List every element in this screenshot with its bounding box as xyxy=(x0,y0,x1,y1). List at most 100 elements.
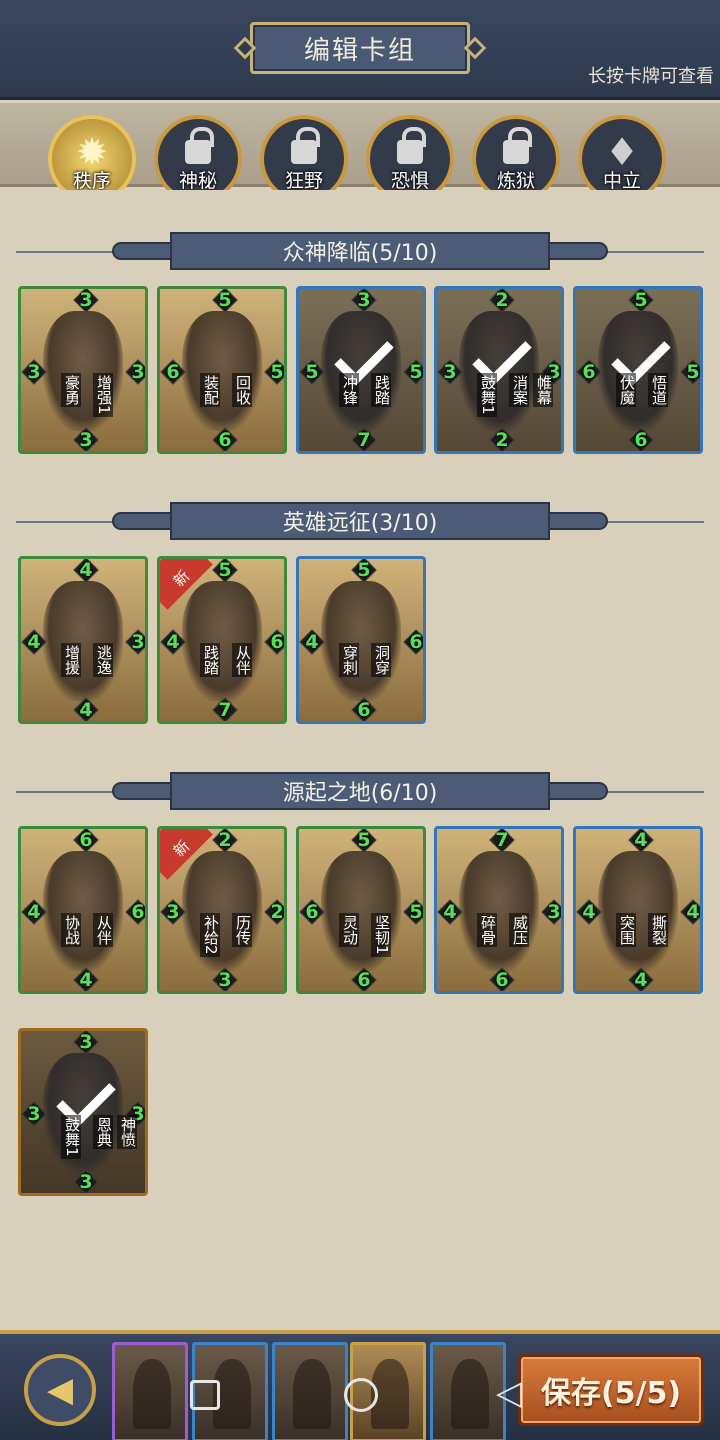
stat-bottom: 6 xyxy=(351,697,377,721)
stat-top: 4 xyxy=(628,829,654,853)
card[interactable]: 2 3 2 3 补给2 历传新 xyxy=(157,826,287,994)
stat-top: 6 xyxy=(73,829,99,853)
card[interactable]: 4 4 4 4 突围 撕裂 xyxy=(573,826,703,994)
skill-label: 洞穿 xyxy=(371,643,391,677)
stat-right: 6 xyxy=(264,629,284,655)
card[interactable]: 5 4 6 7 践踏 从伴新 xyxy=(157,556,287,724)
card-portrait xyxy=(133,1359,171,1429)
skill-label: 突围 xyxy=(616,913,636,947)
card-art xyxy=(182,311,262,431)
card[interactable]: 3 5 5 7 冲锋 践踏 xyxy=(296,286,426,454)
skill-label: 装配 xyxy=(200,373,220,407)
card[interactable]: 5 4 6 6 穿刺 洞穿 xyxy=(296,556,426,724)
save-button[interactable]: 保存(5/5) xyxy=(518,1354,704,1426)
deck-slot[interactable] xyxy=(272,1342,348,1440)
title-right-ornament xyxy=(463,36,487,60)
banner-tip-right xyxy=(548,512,608,530)
skill-label: 穿刺 xyxy=(339,643,359,677)
stat-right: 3 xyxy=(125,359,145,385)
stat-bottom: 6 xyxy=(489,967,515,991)
nav-back-icon[interactable]: ◁ xyxy=(496,1376,522,1410)
card[interactable]: 5 6 5 6 灵动 坚韧1 xyxy=(296,826,426,994)
faction-label: 中立 xyxy=(602,170,641,192)
skill-label: 灵动 xyxy=(339,913,359,947)
nav-home-icon[interactable] xyxy=(344,1378,378,1412)
lock-icon xyxy=(397,127,426,164)
lock-icon xyxy=(185,127,214,164)
card[interactable]: 5 6 5 6 伏魔 悟道 xyxy=(573,286,703,454)
faction-label: 狂野 xyxy=(284,170,323,192)
section-header: 源起之地(6/10) xyxy=(0,770,720,814)
card-art xyxy=(43,851,123,971)
skill-label: 威压 xyxy=(509,913,529,947)
skill-label: 帷幕 xyxy=(533,373,553,407)
stat-top: 5 xyxy=(212,559,238,583)
card[interactable]: 7 4 3 6 碎骨 威压 xyxy=(434,826,564,994)
skill-label: 碎骨 xyxy=(477,913,497,947)
skill-label: 增强1 xyxy=(93,373,113,417)
skill-label: 从伴 xyxy=(93,913,113,947)
back-button[interactable]: ◀ xyxy=(24,1354,96,1426)
stat-right: 5 xyxy=(680,359,700,385)
back-arrow-icon: ◀ xyxy=(46,1370,74,1410)
card-art xyxy=(182,851,262,971)
stat-bottom: 2 xyxy=(489,427,515,451)
stat-bottom: 7 xyxy=(212,697,238,721)
stat-top: 3 xyxy=(351,289,377,313)
stat-left: 4 xyxy=(160,629,186,655)
stat-right: 6 xyxy=(403,629,423,655)
card[interactable]: 2 3 3 2 鼓舞1 消案 帷幕 xyxy=(434,286,564,454)
card[interactable]: 4 4 3 4 增援 逃逸 xyxy=(18,556,148,724)
skill-label: 神愤 xyxy=(117,1115,137,1149)
card[interactable]: 6 4 6 4 协战 从伴 xyxy=(18,826,148,994)
section-title: 英雄远征(3/10) xyxy=(170,502,550,540)
skill-label: 回收 xyxy=(232,373,252,407)
card-art xyxy=(321,581,401,701)
stat-bottom: 3 xyxy=(73,427,99,451)
skill-label: 伏魔 xyxy=(616,373,636,407)
stat-right: 4 xyxy=(680,899,700,925)
faction-label: 秩序 xyxy=(72,170,111,192)
banner-tip-left xyxy=(112,782,172,800)
stat-bottom: 3 xyxy=(212,967,238,991)
skill-label: 消案 xyxy=(509,373,529,407)
skill-label: 补给2 xyxy=(200,913,220,957)
skill-label: 鼓舞1 xyxy=(477,373,497,417)
card-art xyxy=(182,581,262,701)
stat-bottom: 4 xyxy=(73,967,99,991)
stat-left: 3 xyxy=(437,359,463,385)
skill-label: 践踏 xyxy=(371,373,391,407)
stat-top: 5 xyxy=(351,559,377,583)
card-portrait xyxy=(293,1359,331,1429)
deck-slot[interactable] xyxy=(430,1342,506,1440)
stat-bottom: 4 xyxy=(628,967,654,991)
card[interactable]: 5 6 5 6 装配 回收 xyxy=(157,286,287,454)
card[interactable]: 3 3 3 3 鼓舞1 恩典 神愤 xyxy=(18,1028,148,1196)
section-title: 源起之地(6/10) xyxy=(170,772,550,810)
top-header: 编辑卡组 长按卡牌可查看 xyxy=(0,0,720,100)
stat-bottom: 7 xyxy=(351,427,377,451)
card-collection: 众神降临(5/10) 3 3 3 3 豪勇 增强1 5 6 5 6 装配 回收 3 5 5 7 冲锋 践踏 2 3 3 2… xyxy=(0,190,720,1330)
skill-label: 协战 xyxy=(61,913,81,947)
stat-right: 2 xyxy=(264,899,284,925)
stat-top: 2 xyxy=(212,829,238,853)
stat-top: 5 xyxy=(351,829,377,853)
skill-label: 从伴 xyxy=(232,643,252,677)
stat-bottom: 3 xyxy=(73,1169,99,1193)
stat-top: 3 xyxy=(73,1031,99,1055)
banner-tip-left xyxy=(112,512,172,530)
deck-slot[interactable] xyxy=(112,1342,188,1440)
card[interactable]: 3 3 3 3 豪勇 增强1 xyxy=(18,286,148,454)
page-title-plate: 编辑卡组 xyxy=(233,22,487,74)
stat-top: 7 xyxy=(489,829,515,853)
nav-recents-icon[interactable] xyxy=(190,1380,220,1410)
stat-left: 4 xyxy=(21,899,47,925)
banner-tip-right xyxy=(548,782,608,800)
faction-filter-bar: ✹ 秩序 神秘 狂野 恐惧 炼狱 ♦ 中立 xyxy=(0,103,720,203)
skill-label: 冲锋 xyxy=(339,373,359,407)
skill-label: 鼓舞1 xyxy=(61,1115,81,1159)
section-header: 众神降临(5/10) xyxy=(0,230,720,274)
stat-top: 5 xyxy=(212,289,238,313)
long-press-hint: 长按卡牌可查看 xyxy=(588,66,714,87)
stat-bottom: 4 xyxy=(73,697,99,721)
